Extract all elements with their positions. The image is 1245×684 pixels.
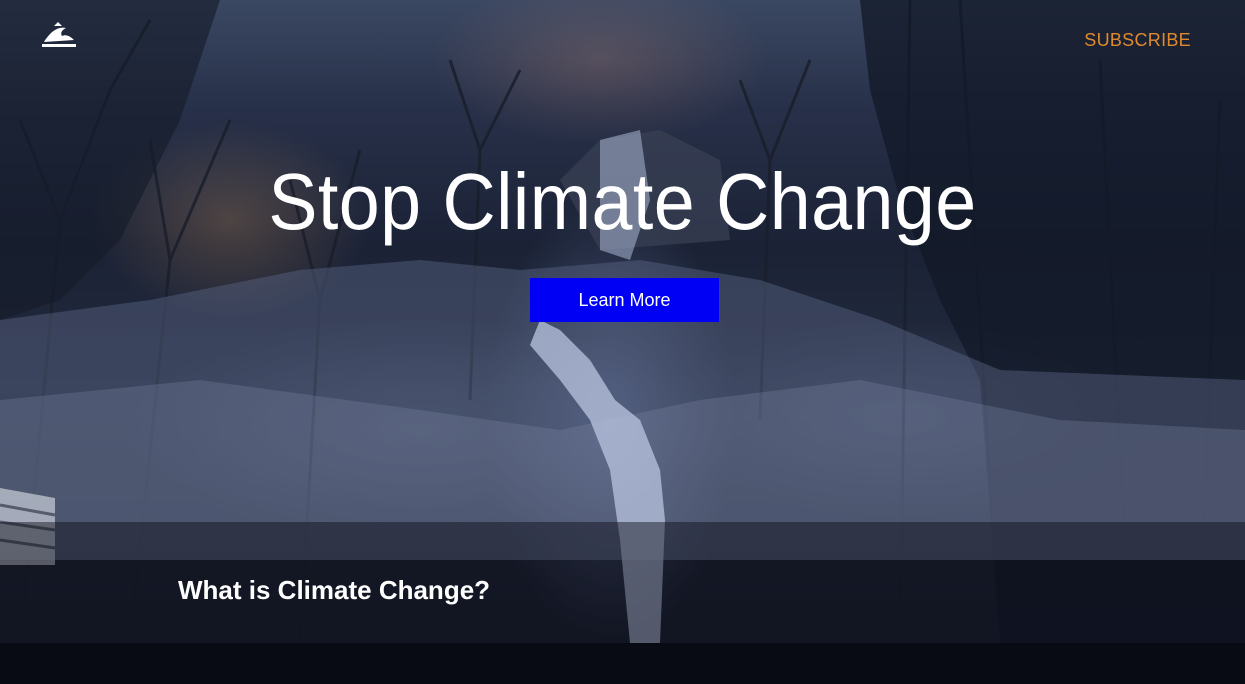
page-bottom-band — [0, 643, 1245, 684]
section-heading: What is Climate Change? — [178, 575, 491, 605]
wave-logo-icon — [42, 22, 76, 47]
subscribe-link[interactable]: SUBSCRIBE — [1084, 30, 1191, 51]
page: SUBSCRIBE Stop Climate Change Learn More… — [0, 0, 1245, 684]
hero-title: Stop Climate Change — [268, 157, 977, 246]
home-logo-link[interactable] — [40, 18, 78, 50]
learn-more-button[interactable]: Learn More — [530, 278, 719, 322]
